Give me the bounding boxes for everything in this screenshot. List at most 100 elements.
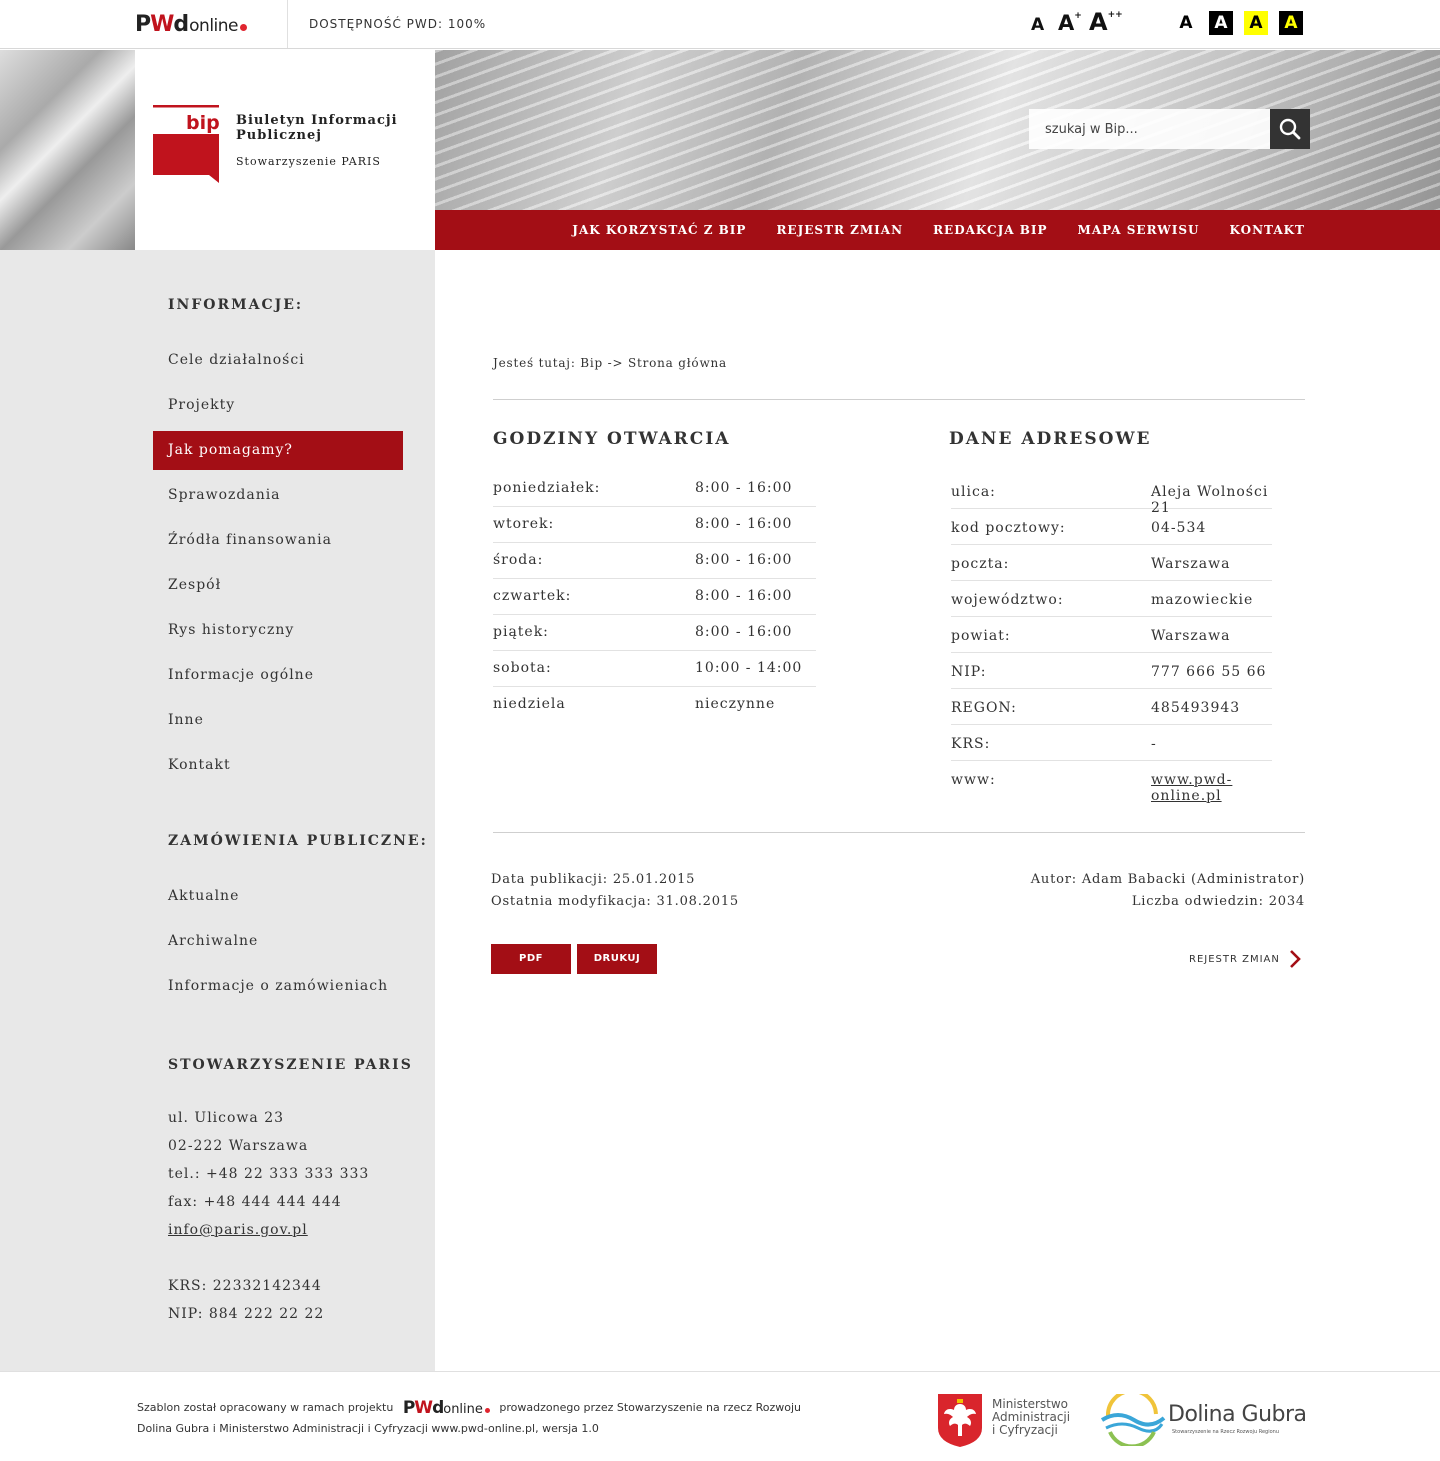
sidebar-item-current[interactable]: Aktualne [153,877,403,916]
table-row: wtorek: 8:00 - 16:00 [493,507,816,543]
address-value: Warszawa [1151,556,1231,572]
dolina-gubra-logo-icon[interactable] [1100,1394,1166,1446]
nav-editorial[interactable]: REDAKCJA BIP [933,223,1047,237]
table-row: poniedziałek: 8:00 - 16:00 [493,471,816,507]
org-krs: KRS: 22332142344 [168,1278,322,1294]
sidebar-item-contact[interactable]: Kontakt [153,746,403,785]
changes-register-link[interactable]: REJESTR ZMIAN [1189,950,1302,968]
font-size-xlarge-label: A [1089,8,1108,36]
pwd-logo-dot [240,24,248,31]
visit-count: Liczba odwiedzin: 2034 [1131,894,1305,909]
nav-how-to-use[interactable]: JAK KORZYSTAĆ Z BIP [572,223,746,237]
ministry-line: i Cyfryzacji [992,1423,1058,1437]
search-form [1029,109,1310,149]
address-key: kod pocztowy: [951,520,1066,536]
address-value: mazowieckie [1151,592,1254,608]
sidebar-heading-orders: ZAMÓWIENIA PUBLICZNE: [168,833,428,849]
hours-time: 8:00 - 16:00 [695,516,793,532]
sidebar-item-reports[interactable]: Sprawozdania [153,476,403,515]
address-key: powiat: [951,628,1011,644]
footer-text-before: Szablon został opracowany w ramach proje… [137,1401,394,1414]
table-row: województwo: mazowieckie [951,581,1272,617]
sidebar: INFORMACJE: Cele działalności Projekty J… [0,250,435,1371]
org-city: 02-222 Warszawa [168,1138,309,1154]
pwd-logo-d: d [173,12,189,37]
table-row: REGON: 485493943 [951,689,1272,725]
hours-day: wtorek: [493,516,555,532]
search-input[interactable] [1029,109,1270,149]
contrast-yellow-black-button[interactable]: A [1244,11,1268,35]
hours-time: 8:00 - 16:00 [695,624,793,640]
address-key: KRS: [951,736,991,752]
pdf-button[interactable]: PDF [491,944,571,974]
table-row: niedziela nieczynne [493,687,816,723]
table-row: piątek: 8:00 - 16:00 [493,615,816,651]
divider [493,399,1305,400]
table-row: powiat: Warszawa [951,617,1272,653]
font-size-normal-button[interactable]: A [1031,15,1044,35]
nav-sitemap[interactable]: MAPA SERWISU [1078,223,1200,237]
org-fax: fax: +48 444 444 444 [168,1194,342,1210]
changes-register-label: REJESTR ZMIAN [1189,953,1280,965]
nav-changes-register[interactable]: REJESTR ZMIAN [776,223,903,237]
hours-day: poniedziałek: [493,480,601,496]
font-size-large-sup: + [1074,11,1082,21]
hours-day: piątek: [493,624,549,640]
sidebar-item-orders-info[interactable]: Informacje o zamówieniach [153,967,403,1006]
footer-pwd-d: d [432,1398,444,1418]
sidebar-item-projects[interactable]: Projekty [153,386,403,425]
ministry-emblem-icon[interactable] [936,1392,984,1448]
table-row: ulica: Aleja Wolności 21 [951,473,1272,516]
sidebar-item-history[interactable]: Rys historyczny [153,611,403,650]
address-value: - [1151,736,1157,752]
pwd-logo-online: online [189,16,239,36]
header-photo-left [0,50,135,250]
org-email-link[interactable]: info@paris.gov.pl [168,1222,308,1238]
hours-day: niedziela [493,696,566,712]
contrast-black-yellow-button[interactable]: A [1279,11,1303,35]
sidebar-item-team[interactable]: Zespół [153,566,403,605]
table-row: kod pocztowy: 04-534 [951,509,1272,545]
font-size-large-button[interactable]: A+ [1058,11,1082,35]
org-nip: NIP: 884 222 22 22 [168,1306,325,1322]
address-key: ulica: [951,484,996,500]
pwd-online-logo[interactable]: PWd online [135,12,248,37]
sidebar-item-general-info[interactable]: Informacje ogólne [153,656,403,695]
table-row: czwartek: 8:00 - 16:00 [493,579,816,615]
pwd-logo-mark: PWd [135,12,189,37]
sidebar-item-other[interactable]: Inne [153,701,403,740]
pwd-logo-p: P [135,12,151,37]
sidebar-item-archive[interactable]: Archiwalne [153,922,403,961]
hours-day: czwartek: [493,588,572,604]
contrast-black-white-label: A [1214,13,1228,33]
footer-pwd-dot [484,1408,490,1413]
website-link[interactable]: www.pwd-online.pl [1151,772,1272,804]
bip-title: Biuletyn Informacji Publicznej [236,113,398,143]
nav-contact[interactable]: KONTAKT [1230,223,1305,237]
search-button[interactable] [1270,109,1310,149]
bip-subtitle: Stowarzyszenie PARIS [236,155,381,168]
opening-hours-title: GODZINY OTWARCIA [493,429,731,449]
author-meta: Autor: Adam Babacki (Administrator) Licz… [1031,869,1305,913]
sidebar-item-how-we-help[interactable]: Jak pomagamy? [153,431,403,470]
sidebar-item-funding[interactable]: Źródła finansowania [153,521,403,560]
hours-time: 8:00 - 16:00 [695,552,793,568]
contrast-default-button[interactable]: A [1174,11,1198,35]
footer-pwd-w: W [414,1398,433,1418]
sidebar-item-goals[interactable]: Cele działalności [153,341,403,380]
address-value: 485493943 [1151,700,1241,716]
contrast-black-white-button[interactable]: A [1209,11,1233,35]
table-row: NIP: 777 666 55 66 [951,653,1272,689]
hours-day: środa: [493,552,544,568]
main-nav: JAK KORZYSTAĆ Z BIP REJESTR ZMIAN REDAKC… [435,210,1440,250]
address-key: NIP: [951,664,987,680]
print-button[interactable]: DRUKUJ [577,944,657,974]
breadcrumb: Jesteś tutaj: Bip -> Strona główna [493,356,728,370]
top-bar: PWd online DOSTĘPNOŚĆ PWD: 100% A A+ A++… [0,0,1440,49]
sidebar-heading-org: STOWARZYSZENIE PARIS [168,1057,413,1073]
table-row: środa: 8:00 - 16:00 [493,543,816,579]
font-size-xlarge-button[interactable]: A++ [1089,8,1123,36]
footer-pwd-p: P [402,1398,416,1418]
bip-logo-box[interactable]: bip Biuletyn Informacji Publicznej Stowa… [135,50,435,250]
dolina-gubra-subtitle: Stowarzyszenie na Rzecz Rozwoju Regionu [1172,1429,1279,1435]
